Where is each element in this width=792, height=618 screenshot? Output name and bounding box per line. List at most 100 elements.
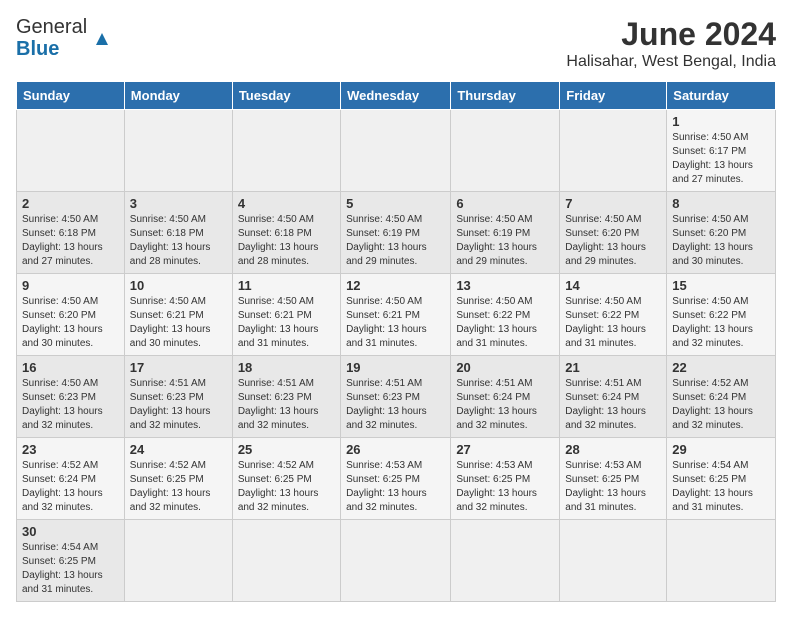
day-info: Sunrise: 4:51 AM Sunset: 6:23 PM Dayligh…: [238, 377, 335, 433]
day-number: 4: [238, 196, 335, 211]
day-number: 1: [672, 114, 770, 129]
calendar-cell: [341, 110, 451, 192]
day-info: Sunrise: 4:54 AM Sunset: 6:25 PM Dayligh…: [22, 541, 119, 597]
logo-blue: Blue: [16, 38, 59, 60]
day-info: Sunrise: 4:50 AM Sunset: 6:22 PM Dayligh…: [565, 295, 661, 351]
calendar-week-4: 23 Sunrise: 4:52 AM Sunset: 6:24 PM Dayli…: [17, 438, 776, 520]
calendar-cell: [232, 520, 340, 602]
calendar-cell: [451, 520, 560, 602]
day-number: 12: [346, 278, 445, 293]
calendar-cell: 18 Sunrise: 4:51 AM Sunset: 6:23 PM Dayli…: [232, 356, 340, 438]
calendar-cell: 29 Sunrise: 4:54 AM Sunset: 6:25 PM Dayli…: [667, 438, 776, 520]
day-number: 22: [672, 360, 770, 375]
day-number: 9: [22, 278, 119, 293]
calendar-cell: 9 Sunrise: 4:50 AM Sunset: 6:20 PM Daylig…: [17, 274, 125, 356]
calendar-cell: 2Sunrise: 4:50 AM Sunset: 6:18 PM Daylig…: [17, 192, 125, 274]
calendar-cell: [451, 110, 560, 192]
calendar-cell: 13 Sunrise: 4:50 AM Sunset: 6:22 PM Dayli…: [451, 274, 560, 356]
calendar-cell: [341, 520, 451, 602]
day-info: Sunrise: 4:53 AM Sunset: 6:25 PM Dayligh…: [456, 459, 554, 515]
day-info: Sunrise: 4:51 AM Sunset: 6:23 PM Dayligh…: [130, 377, 227, 433]
header: General Blue June 2024 Halisahar, West B…: [16, 16, 776, 71]
day-number: 20: [456, 360, 554, 375]
weekday-thursday: Thursday: [451, 82, 560, 110]
calendar-week-5: 30Sunrise: 4:54 AM Sunset: 6:25 PM Dayli…: [17, 520, 776, 602]
main-title: June 2024: [566, 16, 776, 53]
day-info: Sunrise: 4:50 AM Sunset: 6:18 PM Dayligh…: [238, 213, 335, 269]
day-number: 10: [130, 278, 227, 293]
calendar-cell: 25 Sunrise: 4:52 AM Sunset: 6:25 PM Dayli…: [232, 438, 340, 520]
day-info: Sunrise: 4:50 AM Sunset: 6:20 PM Dayligh…: [565, 213, 661, 269]
calendar-cell: 12Sunrise: 4:50 AM Sunset: 6:21 PM Dayli…: [341, 274, 451, 356]
day-info: Sunrise: 4:53 AM Sunset: 6:25 PM Dayligh…: [565, 459, 661, 515]
day-info: Sunrise: 4:50 AM Sunset: 6:20 PM Dayligh…: [672, 213, 770, 269]
day-number: 24: [130, 442, 227, 457]
day-info: Sunrise: 4:50 AM Sunset: 6:21 PM Dayligh…: [130, 295, 227, 351]
day-number: 26: [346, 442, 445, 457]
calendar-cell: 6 Sunrise: 4:50 AM Sunset: 6:19 PM Daylig…: [451, 192, 560, 274]
weekday-monday: Monday: [124, 82, 232, 110]
day-info: Sunrise: 4:52 AM Sunset: 6:24 PM Dayligh…: [672, 377, 770, 433]
title-area: June 2024 Halisahar, West Bengal, India: [566, 16, 776, 71]
day-info: Sunrise: 4:54 AM Sunset: 6:25 PM Dayligh…: [672, 459, 770, 515]
day-info: Sunrise: 4:50 AM Sunset: 6:20 PM Dayligh…: [22, 295, 119, 351]
day-info: Sunrise: 4:52 AM Sunset: 6:24 PM Dayligh…: [22, 459, 119, 515]
day-number: 23: [22, 442, 119, 457]
day-info: Sunrise: 4:51 AM Sunset: 6:24 PM Dayligh…: [565, 377, 661, 433]
day-number: 17: [130, 360, 227, 375]
calendar-cell: 24Sunrise: 4:52 AM Sunset: 6:25 PM Dayli…: [124, 438, 232, 520]
subtitle: Halisahar, West Bengal, India: [566, 53, 776, 71]
day-number: 5: [346, 196, 445, 211]
calendar-cell: [560, 520, 667, 602]
day-info: Sunrise: 4:52 AM Sunset: 6:25 PM Dayligh…: [238, 459, 335, 515]
calendar-cell: [124, 110, 232, 192]
day-info: Sunrise: 4:50 AM Sunset: 6:19 PM Dayligh…: [456, 213, 554, 269]
calendar: SundayMondayTuesdayWednesdayThursdayFrid…: [16, 81, 776, 602]
day-info: Sunrise: 4:50 AM Sunset: 6:22 PM Dayligh…: [672, 295, 770, 351]
day-info: Sunrise: 4:50 AM Sunset: 6:18 PM Dayligh…: [130, 213, 227, 269]
calendar-cell: [232, 110, 340, 192]
calendar-week-2: 9 Sunrise: 4:50 AM Sunset: 6:20 PM Daylig…: [17, 274, 776, 356]
day-number: 25: [238, 442, 335, 457]
calendar-cell: 4 Sunrise: 4:50 AM Sunset: 6:18 PM Daylig…: [232, 192, 340, 274]
calendar-cell: 26 Sunrise: 4:53 AM Sunset: 6:25 PM Dayli…: [341, 438, 451, 520]
weekday-header-row: SundayMondayTuesdayWednesdayThursdayFrid…: [17, 82, 776, 110]
day-number: 18: [238, 360, 335, 375]
calendar-cell: 23 Sunrise: 4:52 AM Sunset: 6:24 PM Dayli…: [17, 438, 125, 520]
day-number: 2: [22, 196, 119, 211]
day-info: Sunrise: 4:51 AM Sunset: 6:23 PM Dayligh…: [346, 377, 445, 433]
day-number: 28: [565, 442, 661, 457]
day-info: Sunrise: 4:51 AM Sunset: 6:24 PM Dayligh…: [456, 377, 554, 433]
day-info: Sunrise: 4:50 AM Sunset: 6:22 PM Dayligh…: [456, 295, 554, 351]
calendar-week-1: 2 Sunrise: 4:50 AM Sunset: 6:18 PM Daylig…: [17, 192, 776, 274]
day-number: 13: [456, 278, 554, 293]
day-number: 6: [456, 196, 554, 211]
calendar-header: SundayMondayTuesdayWednesdayThursdayFrid…: [17, 82, 776, 110]
day-info: Sunrise: 4:50 AM Sunset: 6:23 PM Dayligh…: [22, 377, 119, 433]
day-info: Sunrise: 4:50 AM Sunset: 6:17 PM Dayligh…: [672, 131, 770, 187]
weekday-tuesday: Tuesday: [232, 82, 340, 110]
day-number: 19: [346, 360, 445, 375]
logo-text: General Blue: [16, 16, 113, 60]
logo: General Blue: [16, 16, 113, 60]
calendar-cell: 1 Sunrise: 4:50 AM Sunset: 6:17 PM Daylig…: [667, 110, 776, 192]
weekday-wednesday: Wednesday: [341, 82, 451, 110]
calendar-cell: 11 Sunrise: 4:50 AM Sunset: 6:21 PM Dayli…: [232, 274, 340, 356]
calendar-cell: 20 Sunrise: 4:51 AM Sunset: 6:24 PM Dayli…: [451, 356, 560, 438]
day-number: 7: [565, 196, 661, 211]
calendar-week-0: 1 Sunrise: 4:50 AM Sunset: 6:17 PM Daylig…: [17, 110, 776, 192]
calendar-cell: 19 Sunrise: 4:51 AM Sunset: 6:23 PM Dayli…: [341, 356, 451, 438]
day-info: Sunrise: 4:53 AM Sunset: 6:25 PM Dayligh…: [346, 459, 445, 515]
day-number: 11: [238, 278, 335, 293]
day-number: 8: [672, 196, 770, 211]
calendar-cell: 15Sunrise: 4:50 AM Sunset: 6:22 PM Dayli…: [667, 274, 776, 356]
calendar-cell: 14 Sunrise: 4:50 AM Sunset: 6:22 PM Dayli…: [560, 274, 667, 356]
calendar-cell: 17 Sunrise: 4:51 AM Sunset: 6:23 PM Dayli…: [124, 356, 232, 438]
day-info: Sunrise: 4:50 AM Sunset: 6:21 PM Dayligh…: [238, 295, 335, 351]
calendar-cell: 16Sunrise: 4:50 AM Sunset: 6:23 PM Dayli…: [17, 356, 125, 438]
calendar-cell: 8 Sunrise: 4:50 AM Sunset: 6:20 PM Daylig…: [667, 192, 776, 274]
day-number: 29: [672, 442, 770, 457]
day-number: 14: [565, 278, 661, 293]
calendar-cell: 21Sunrise: 4:51 AM Sunset: 6:24 PM Dayli…: [560, 356, 667, 438]
day-number: 27: [456, 442, 554, 457]
